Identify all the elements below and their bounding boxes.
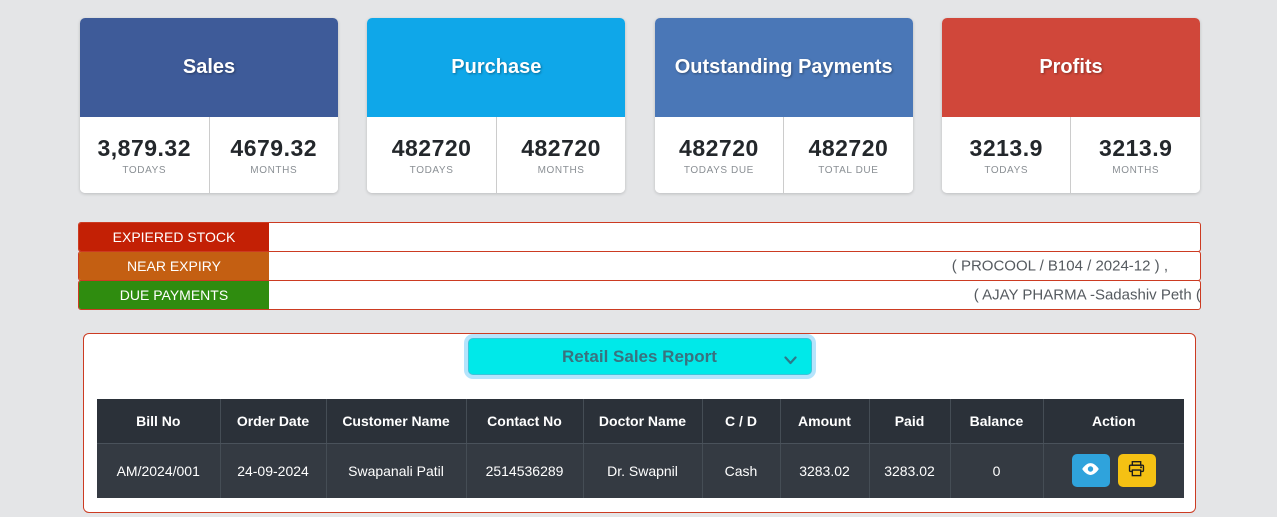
purchase-today-stat: 482720 TODAYS [367,117,497,193]
profits-card-body: 3213.9 TODAYS 3213.9 MONTHS [942,117,1200,193]
outstanding-today-stat: 482720 TODAYS DUE [655,117,785,193]
cell-bill-no: AM/2024/001 [97,443,220,498]
chevron-down-icon [784,352,797,370]
table-row: AM/2024/001 24-09-2024 Swapanali Patil 2… [97,443,1184,498]
header-customer-name: Customer Name [326,399,466,443]
cell-cd: Cash [702,443,780,498]
purchase-card-body: 482720 TODAYS 482720 MONTHS [367,117,625,193]
view-button[interactable] [1072,454,1110,487]
cell-customer-name: Swapanali Patil [326,443,466,498]
profits-month-value: 3213.9 [1099,135,1172,162]
expired-stock-row: EXPIERED STOCK [78,222,1201,252]
near-expiry-row: NEAR EXPIRY ( PROCOOL / B104 / 2024-12 )… [78,251,1201,281]
header-contact-no: Contact No [466,399,583,443]
eye-icon [1081,462,1100,479]
cell-paid: 3283.02 [869,443,950,498]
header-balance: Balance [950,399,1043,443]
sales-today-value: 3,879.32 [97,135,191,162]
cell-amount: 3283.02 [780,443,869,498]
profits-today-label: TODAYS [984,165,1028,176]
report-type-selected-value: Retail Sales Report [562,347,717,367]
printer-icon [1128,461,1145,480]
header-amount: Amount [780,399,869,443]
sales-card-title: Sales [183,56,235,79]
profits-card-title: Profits [1039,56,1102,79]
purchase-today-label: TODAYS [410,165,454,176]
near-expiry-marquee: ( PROCOOL / B104 / 2024-12 ) , [269,252,1200,280]
profits-month-label: MONTHS [1112,165,1159,176]
sales-today-label: TODAYS [122,165,166,176]
purchase-card-title: Purchase [451,56,541,79]
due-payments-marquee: ( AJAY PHARMA -Sadashiv Peth ( ( [269,281,1200,309]
profits-month-stat: 3213.9 MONTHS [1071,117,1200,193]
expired-stock-marquee [269,223,1200,251]
outstanding-payments-card-header: Outstanding Payments [655,18,913,117]
near-expiry-label: NEAR EXPIRY [79,252,269,280]
report-type-select[interactable]: Retail Sales Report [468,338,812,375]
outstanding-payments-card-body: 482720 TODAYS DUE 482720 TOTAL DUE [655,117,913,193]
sales-today-stat: 3,879.32 TODAYS [80,117,210,193]
outstanding-payments-card-title: Outstanding Payments [675,56,893,79]
outstanding-today-label: TODAYS DUE [684,165,754,176]
expired-stock-label: EXPIERED STOCK [79,223,269,251]
header-doctor-name: Doctor Name [583,399,702,443]
sales-month-stat: 4679.32 MONTHS [210,117,339,193]
due-payments-label: DUE PAYMENTS [79,281,269,309]
outstanding-total-label: TOTAL DUE [818,165,878,176]
purchase-month-label: MONTHS [538,165,585,176]
cell-contact-no: 2514536289 [466,443,583,498]
header-paid: Paid [869,399,950,443]
profits-card-header: Profits [942,18,1200,117]
cell-balance: 0 [950,443,1043,498]
purchase-month-value: 482720 [521,135,601,162]
purchase-today-value: 482720 [392,135,472,162]
sales-card-header: Sales [80,18,338,117]
cell-action [1043,443,1184,498]
header-cd: C / D [702,399,780,443]
sales-card: Sales 3,879.32 TODAYS 4679.32 MONTHS [80,18,338,193]
alerts-panel: EXPIERED STOCK NEAR EXPIRY ( PROCOOL / B… [78,222,1201,310]
purchase-card: Purchase 482720 TODAYS 482720 MONTHS [367,18,625,193]
near-expiry-text: ( PROCOOL / B104 / 2024-12 ) , [952,258,1168,275]
profits-today-value: 3213.9 [970,135,1043,162]
header-action: Action [1043,399,1184,443]
due-payments-text: ( AJAY PHARMA -Sadashiv Peth ( ( [974,287,1200,304]
cell-order-date: 24-09-2024 [220,443,326,498]
outstanding-today-value: 482720 [679,135,759,162]
retail-sales-table: Bill No Order Date Customer Name Contact… [97,399,1184,498]
header-order-date: Order Date [220,399,326,443]
table-header-row: Bill No Order Date Customer Name Contact… [97,399,1184,443]
profits-card: Profits 3213.9 TODAYS 3213.9 MONTHS [942,18,1200,193]
print-button[interactable] [1118,454,1156,487]
header-bill-no: Bill No [97,399,220,443]
report-section: Retail Sales Report Bill No Order Date C… [83,333,1196,513]
sales-month-label: MONTHS [250,165,297,176]
purchase-card-header: Purchase [367,18,625,117]
outstanding-total-value: 482720 [809,135,889,162]
outstanding-payments-card: Outstanding Payments 482720 TODAYS DUE 4… [655,18,913,193]
sales-card-body: 3,879.32 TODAYS 4679.32 MONTHS [80,117,338,193]
stat-cards-row: Sales 3,879.32 TODAYS 4679.32 MONTHS Pur… [80,18,1200,193]
outstanding-total-stat: 482720 TOTAL DUE [784,117,913,193]
sales-month-value: 4679.32 [230,135,317,162]
profits-today-stat: 3213.9 TODAYS [942,117,1072,193]
due-payments-row: DUE PAYMENTS ( AJAY PHARMA -Sadashiv Pet… [78,280,1201,310]
purchase-month-stat: 482720 MONTHS [497,117,626,193]
cell-doctor-name: Dr. Swapnil [583,443,702,498]
